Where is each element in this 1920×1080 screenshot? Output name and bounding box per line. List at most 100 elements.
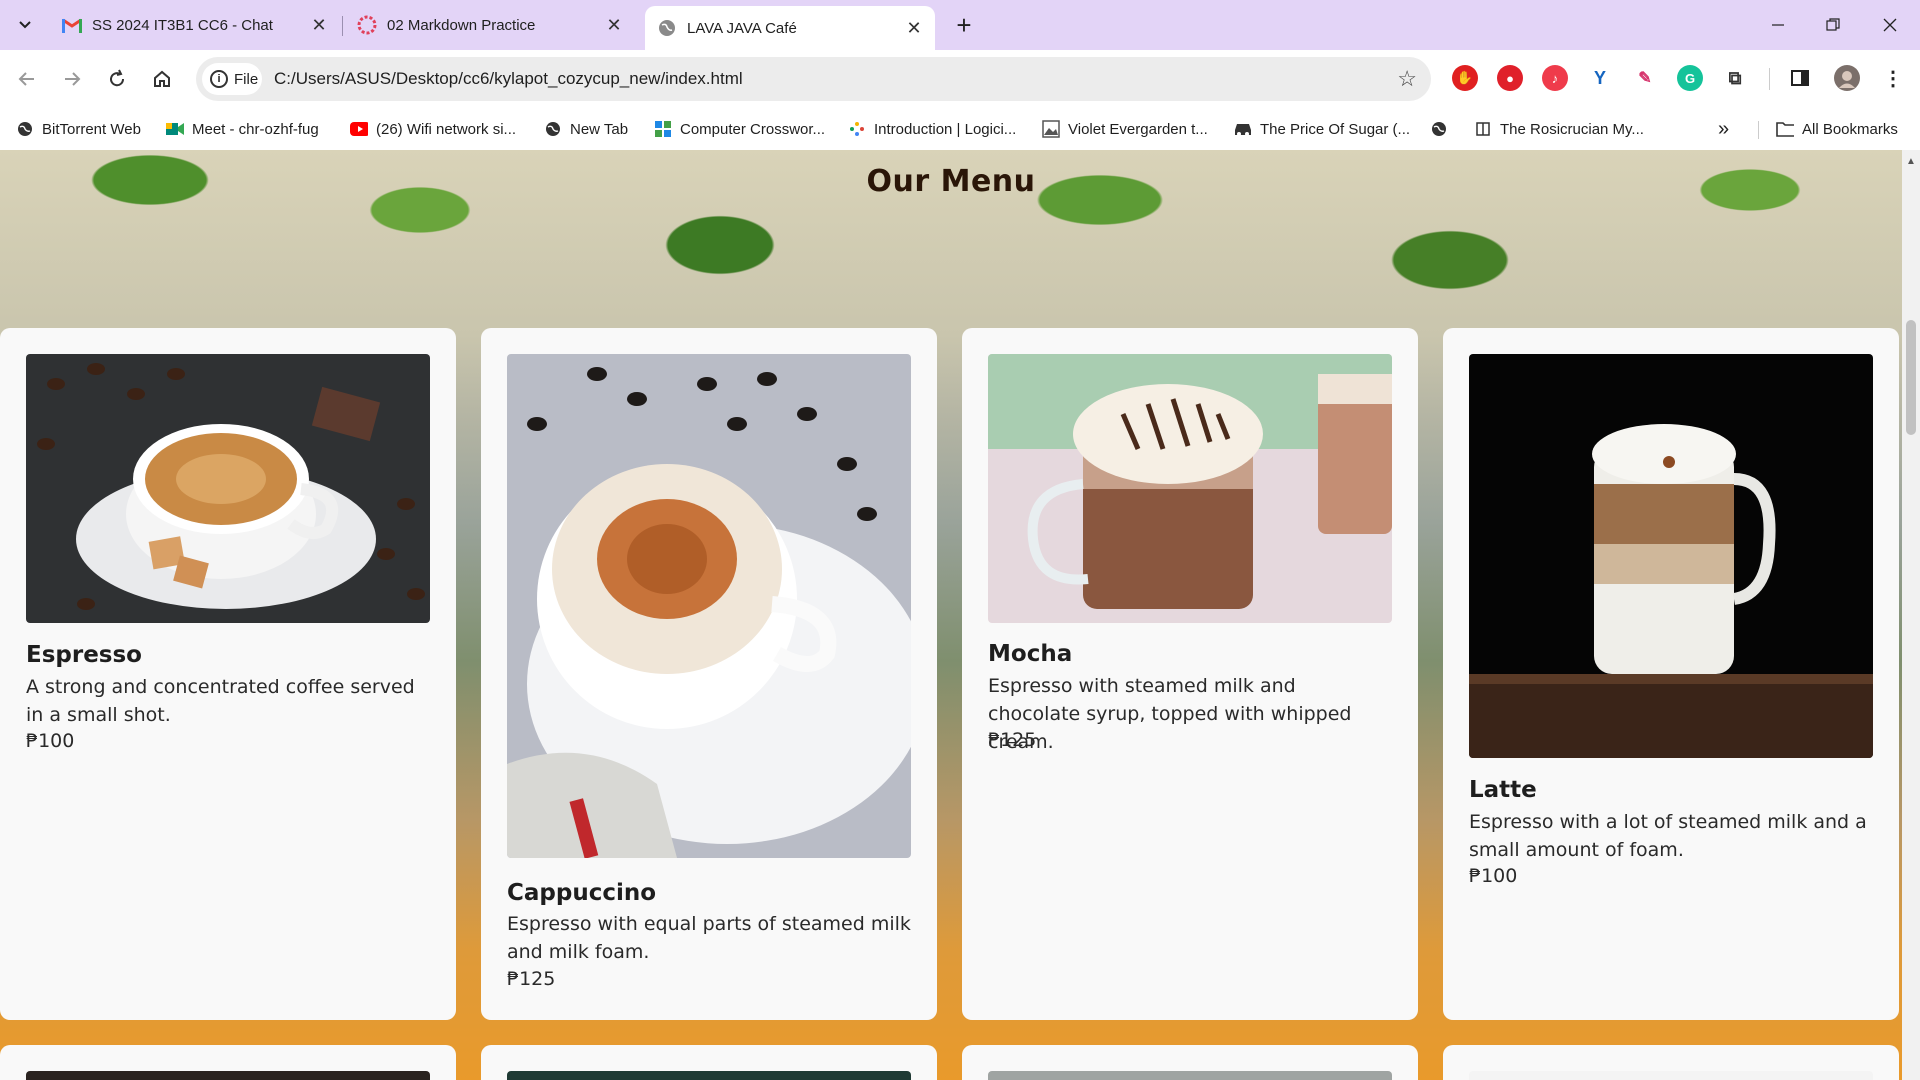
url-text[interactable]: C:/Users/ASUS/Desktop/cc6/kylapot_cozycu… (274, 69, 743, 89)
puzzle-icon[interactable]: ⧉ (1722, 65, 1748, 91)
forward-button[interactable] (55, 62, 89, 96)
address-bar[interactable]: i File C:/Users/ASUS/Desktop/cc6/kylapot… (196, 57, 1431, 101)
close-window-button[interactable] (1870, 10, 1910, 40)
menu-item-name: Espresso (26, 642, 142, 668)
tab-title: 02 Markdown Practice (387, 16, 536, 34)
vpn-extension-icon[interactable]: Y (1587, 65, 1613, 91)
bookmark-item[interactable]: New Tab (544, 116, 628, 142)
bookmarks-divider (1758, 121, 1759, 139)
menu-card (1443, 1045, 1899, 1080)
folder-icon (1776, 120, 1794, 138)
tab-divider (342, 16, 343, 36)
menu-item-price: ₱125 (988, 729, 1037, 751)
arrow-right-icon (65, 72, 81, 86)
bookmark-item[interactable]: Computer Crosswor... (654, 116, 825, 142)
more-menu-icon[interactable]: ⋮ (1880, 65, 1906, 91)
bookmark-label: Meet - chr-ozhf-fug (192, 120, 319, 138)
bookmark-label: Computer Crosswor... (680, 120, 826, 138)
color-picker-extension-icon[interactable]: ✎ (1632, 65, 1658, 91)
gmail-icon (62, 15, 82, 35)
reload-button[interactable] (100, 62, 134, 96)
chevron-down-icon (19, 21, 31, 29)
music-extension-icon[interactable]: ♪ (1542, 65, 1568, 91)
globe-icon (657, 18, 677, 38)
bookmark-item[interactable]: (26) Wifi network si... (350, 116, 516, 142)
globe-icon (544, 120, 562, 138)
mocha-photo (988, 354, 1392, 623)
scroll-up-icon[interactable]: ▲ (1906, 156, 1916, 167)
menu-card (962, 1045, 1418, 1080)
espresso-photo (26, 354, 430, 623)
globe-icon (16, 120, 34, 138)
menu-item-name: Mocha (988, 641, 1073, 667)
menu-item-name: Cappuccino (507, 880, 657, 906)
restore-button[interactable] (1813, 10, 1853, 40)
browser-toolbar: i File C:/Users/ASUS/Desktop/cc6/kylapot… (0, 50, 1920, 108)
tab-lava-java-cafe[interactable]: LAVA JAVA Café ✕ (645, 6, 935, 50)
bookmark-item[interactable]: The Price Of Sugar (... (1234, 116, 1410, 142)
menu-item-price: ₱100 (26, 730, 75, 752)
menu-card: Mocha Espresso with steamed milk and cho… (962, 328, 1418, 1020)
close-icon[interactable]: ✕ (308, 14, 330, 36)
menu-item-name: Latte (1469, 777, 1537, 803)
menu-photo (988, 1071, 1392, 1080)
home-button[interactable] (145, 62, 179, 96)
bookmark-label: New Tab (570, 120, 629, 138)
menu-photo (26, 1071, 430, 1080)
menu-item-description: Espresso with steamed milk and chocolate… (988, 675, 1352, 753)
site-info-chip[interactable]: i File (202, 63, 262, 95)
close-icon[interactable]: ✕ (903, 17, 925, 39)
site-info-label: File (234, 70, 259, 88)
reload-icon (110, 69, 125, 87)
tab-markdown-practice[interactable]: 02 Markdown Practice ✕ (345, 8, 635, 42)
bookmark-item[interactable]: Violet Evergarden t... (1042, 116, 1208, 142)
bookmark-item[interactable]: Meet - chr-ozhf-fug (166, 116, 319, 142)
side-panel-button[interactable] (1787, 65, 1813, 91)
bookmark-item[interactable]: Introduction | Logici... (848, 116, 1016, 142)
record-extension-icon[interactable]: ● (1497, 65, 1523, 91)
tab-title: SS 2024 IT3B1 CC6 - Chat (92, 16, 273, 34)
dots-icon (848, 120, 866, 138)
bookmark-label: The Price Of Sugar (... (1260, 120, 1411, 138)
close-icon[interactable]: ✕ (603, 14, 625, 36)
bookmark-item[interactable]: The Rosicrucian My... (1474, 116, 1644, 142)
all-bookmarks-label: All Bookmarks (1802, 120, 1898, 138)
menu-photo (1469, 1071, 1873, 1080)
minimize-button[interactable] (1758, 10, 1798, 40)
chevron-double-right-icon[interactable]: » (1718, 118, 1729, 141)
section-title: Our Menu (866, 164, 1036, 199)
tab-strip: SS 2024 IT3B1 CC6 - Chat ✕ 02 Markdown P… (0, 0, 1920, 50)
menu-card: Latte Espresso with a lot of steamed mil… (1443, 328, 1899, 1020)
side-panel-icon (1791, 70, 1809, 86)
youtube-icon (350, 120, 368, 138)
new-tab-button[interactable]: + (950, 12, 978, 40)
cappuccino-photo (507, 354, 911, 858)
tab-search-button[interactable] (8, 9, 42, 41)
page-viewport: Our Menu Espresso A strong and concentra… (0, 150, 1902, 1080)
menu-card: Espresso A strong and concentrated coffe… (0, 328, 456, 1020)
bookmarks-bar: BitTorrent Web Meet - chr-ozhf-fug (26) … (0, 108, 1920, 150)
all-bookmarks-button[interactable]: All Bookmarks (1776, 116, 1898, 142)
bookmark-label: BitTorrent Web (42, 120, 141, 138)
page-scrollbar[interactable]: ▲ (1902, 150, 1920, 1080)
scroll-thumb[interactable] (1906, 320, 1916, 435)
avatar[interactable] (1834, 65, 1860, 91)
adblock-extension-icon[interactable]: ✋ (1452, 65, 1478, 91)
restore-icon (1826, 18, 1840, 31)
bookmark-item[interactable] (1430, 116, 1456, 142)
bookmark-item[interactable]: BitTorrent Web (16, 116, 141, 142)
grammarly-extension-icon[interactable]: G (1677, 65, 1703, 91)
menu-item-description: A strong and concentrated coffee served … (26, 676, 415, 726)
back-button[interactable] (10, 62, 44, 96)
globe-icon (1430, 120, 1448, 138)
close-icon (1883, 18, 1897, 32)
tab-gmail-chat[interactable]: SS 2024 IT3B1 CC6 - Chat ✕ (50, 8, 340, 42)
bookmark-label: (26) Wifi network si... (376, 120, 517, 138)
tab-title: LAVA JAVA Café (687, 19, 797, 37)
info-icon: i (210, 70, 228, 88)
meet-icon (166, 120, 184, 138)
menu-card: Cappuccino Espresso with equal parts of … (481, 328, 937, 1020)
bookmark-star-icon[interactable]: ☆ (1397, 66, 1417, 92)
notion-like-icon (357, 15, 377, 35)
menu-card (0, 1045, 456, 1080)
